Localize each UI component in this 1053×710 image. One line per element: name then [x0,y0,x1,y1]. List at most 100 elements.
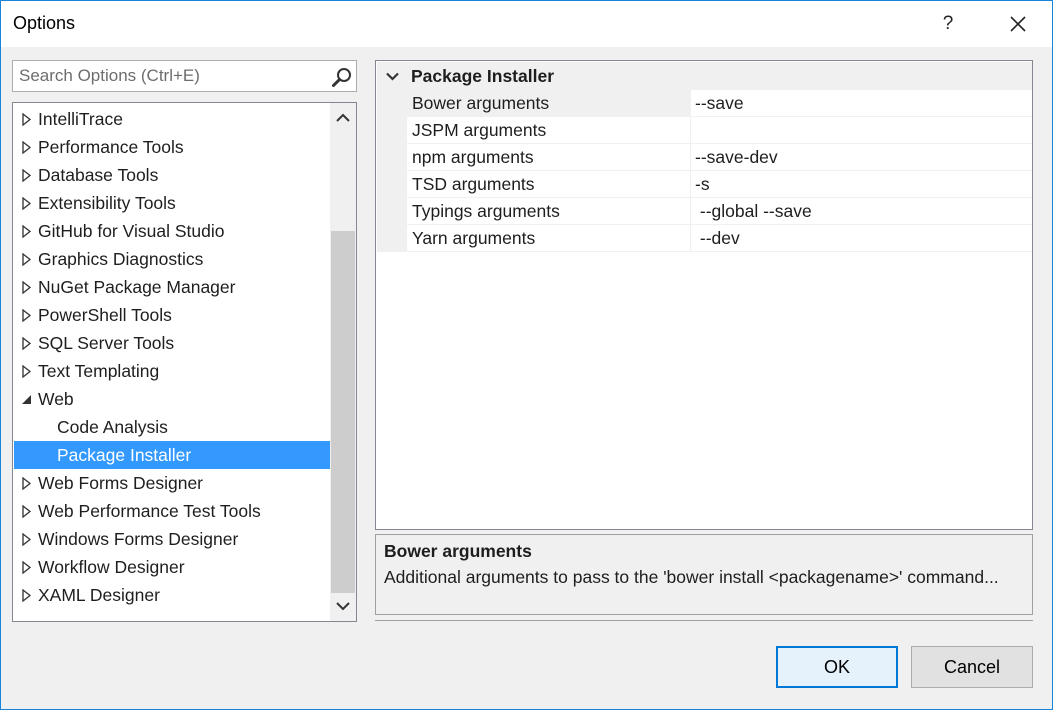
collapsed-triangle-icon[interactable] [14,497,38,525]
tree-item-label: NuGet Package Manager [38,276,236,297]
property-name[interactable]: Yarn arguments [407,225,691,252]
tree-item[interactable]: Workflow Designer [14,553,330,581]
tree-item[interactable]: Web Performance Test Tools [14,497,330,525]
property-value[interactable]: --global --save [691,198,1032,225]
property-row[interactable]: Bower arguments --save [377,90,1032,117]
tree-item-label: Package Installer [57,444,192,465]
tree-item-label: Web Performance Test Tools [38,500,261,521]
collapsed-triangle-icon[interactable] [14,105,38,133]
divider [375,620,1033,621]
tree-item-label: Performance Tools [38,136,184,157]
row-gutter [377,117,407,144]
property-value[interactable] [691,117,1032,144]
options-tree[interactable]: XAML Designer Workflow Designer Windows Fo… [12,102,357,622]
property-name[interactable]: Typings arguments [407,198,691,225]
tree-item[interactable]: Graphics Diagnostics [14,245,330,273]
tree-item[interactable]: IntelliTrace [14,105,330,133]
chevron-up-icon [336,113,350,122]
tree-item[interactable]: Package Installer [14,441,330,469]
tree-item[interactable]: Web [14,385,330,413]
tree-item[interactable]: Extensibility Tools [14,189,330,217]
grid-category-label: Package Installer [411,65,554,86]
tree-item-label: Code Analysis [57,416,168,437]
tree-item[interactable]: NuGet Package Manager [14,273,330,301]
tree-item[interactable]: Performance Tools [14,133,330,161]
property-grid: Package Installer Bower arguments --save J… [375,60,1033,530]
collapsed-triangle-icon[interactable] [14,357,38,385]
property-value[interactable]: --save-dev [691,144,1032,171]
tree-item-label: XAML Designer [38,584,160,605]
scroll-thumb[interactable] [331,231,355,593]
description-text: Additional arguments to pass to the 'bow… [384,567,999,587]
property-value[interactable]: -s [691,171,1032,198]
collapsed-triangle-icon[interactable] [14,189,38,217]
property-row[interactable]: TSD arguments -s [377,171,1032,198]
property-row[interactable]: JSPM arguments [377,117,1032,144]
window-title: Options [13,13,76,33]
tree-item-label: Windows Forms Designer [38,528,239,549]
search-icon[interactable] [331,66,353,88]
title-bar: Options ? [1,1,1052,47]
property-name[interactable]: JSPM arguments [407,117,691,144]
search-input[interactable] [13,61,325,91]
collapsed-triangle-icon[interactable] [14,133,38,161]
tree-scrollbar[interactable] [330,103,356,621]
scroll-up-button[interactable] [330,105,356,131]
property-name[interactable]: npm arguments [407,144,691,171]
help-icon: ? [942,13,954,34]
tree-item[interactable]: Database Tools [14,161,330,189]
collapsed-triangle-icon[interactable] [14,217,38,245]
tree-item[interactable]: GitHub for Visual Studio [14,217,330,245]
property-row[interactable]: Typings arguments --global --save [377,198,1032,225]
tree-item-label: Graphics Diagnostics [38,248,204,269]
tree-item-label: Text Templating [38,360,160,381]
grid-category[interactable]: Package Installer [377,62,1032,90]
description-panel: Bower arguments Additional arguments to … [375,534,1033,615]
property-value[interactable]: --dev [691,225,1032,252]
row-gutter [377,225,407,252]
tree-item[interactable]: XAML Designer [14,581,330,609]
tree-item[interactable]: Text Templating [14,357,330,385]
tree-item-label: Extensibility Tools [38,192,176,213]
close-icon [1010,16,1026,32]
tree-item[interactable]: SQL Server Tools [14,329,330,357]
row-gutter [377,90,407,117]
row-gutter [377,171,407,198]
collapsed-triangle-icon[interactable] [14,469,38,497]
row-gutter [377,198,407,225]
cancel-button[interactable]: Cancel [911,646,1033,688]
collapsed-triangle-icon[interactable] [14,329,38,357]
collapsed-triangle-icon[interactable] [14,581,38,609]
property-row[interactable]: npm arguments --save-dev [377,144,1032,171]
tree-item-label: Workflow Designer [38,556,185,577]
ok-button[interactable]: OK [776,646,898,688]
tree-item[interactable]: Web Forms Designer [14,469,330,497]
tree-item[interactable]: Code Analysis [14,413,330,441]
tree-item[interactable]: PowerShell Tools [14,301,330,329]
property-row[interactable]: Yarn arguments --dev [377,225,1032,252]
property-value[interactable]: --save [691,90,1032,117]
expanded-triangle-icon[interactable] [14,385,38,413]
collapsed-triangle-icon[interactable] [14,273,38,301]
collapsed-triangle-icon[interactable] [14,301,38,329]
tree-item-label: Database Tools [38,164,159,185]
options-dialog: Options ? XAML Designer Workflow Designer… [0,0,1053,710]
help-button[interactable]: ? [925,1,971,47]
collapsed-triangle-icon[interactable] [14,525,38,553]
property-name[interactable]: Bower arguments [407,90,691,117]
property-name[interactable]: TSD arguments [407,171,691,198]
close-button[interactable] [995,1,1041,47]
tree-item-label: GitHub for Visual Studio [38,220,225,241]
description-title: Bower arguments [384,541,532,561]
tree-item-label: PowerShell Tools [38,304,172,325]
tree-item[interactable]: Windows Forms Designer [14,525,330,553]
tree-item-label: Web Forms Designer [38,472,204,493]
collapsed-triangle-icon[interactable] [14,553,38,581]
collapsed-triangle-icon[interactable] [14,161,38,189]
row-gutter [377,144,407,171]
tree-item-label: Web [38,388,74,409]
chevron-down-icon[interactable] [385,72,399,81]
search-box [12,60,357,92]
scroll-down-button[interactable] [330,593,356,619]
collapsed-triangle-icon[interactable] [14,245,38,273]
